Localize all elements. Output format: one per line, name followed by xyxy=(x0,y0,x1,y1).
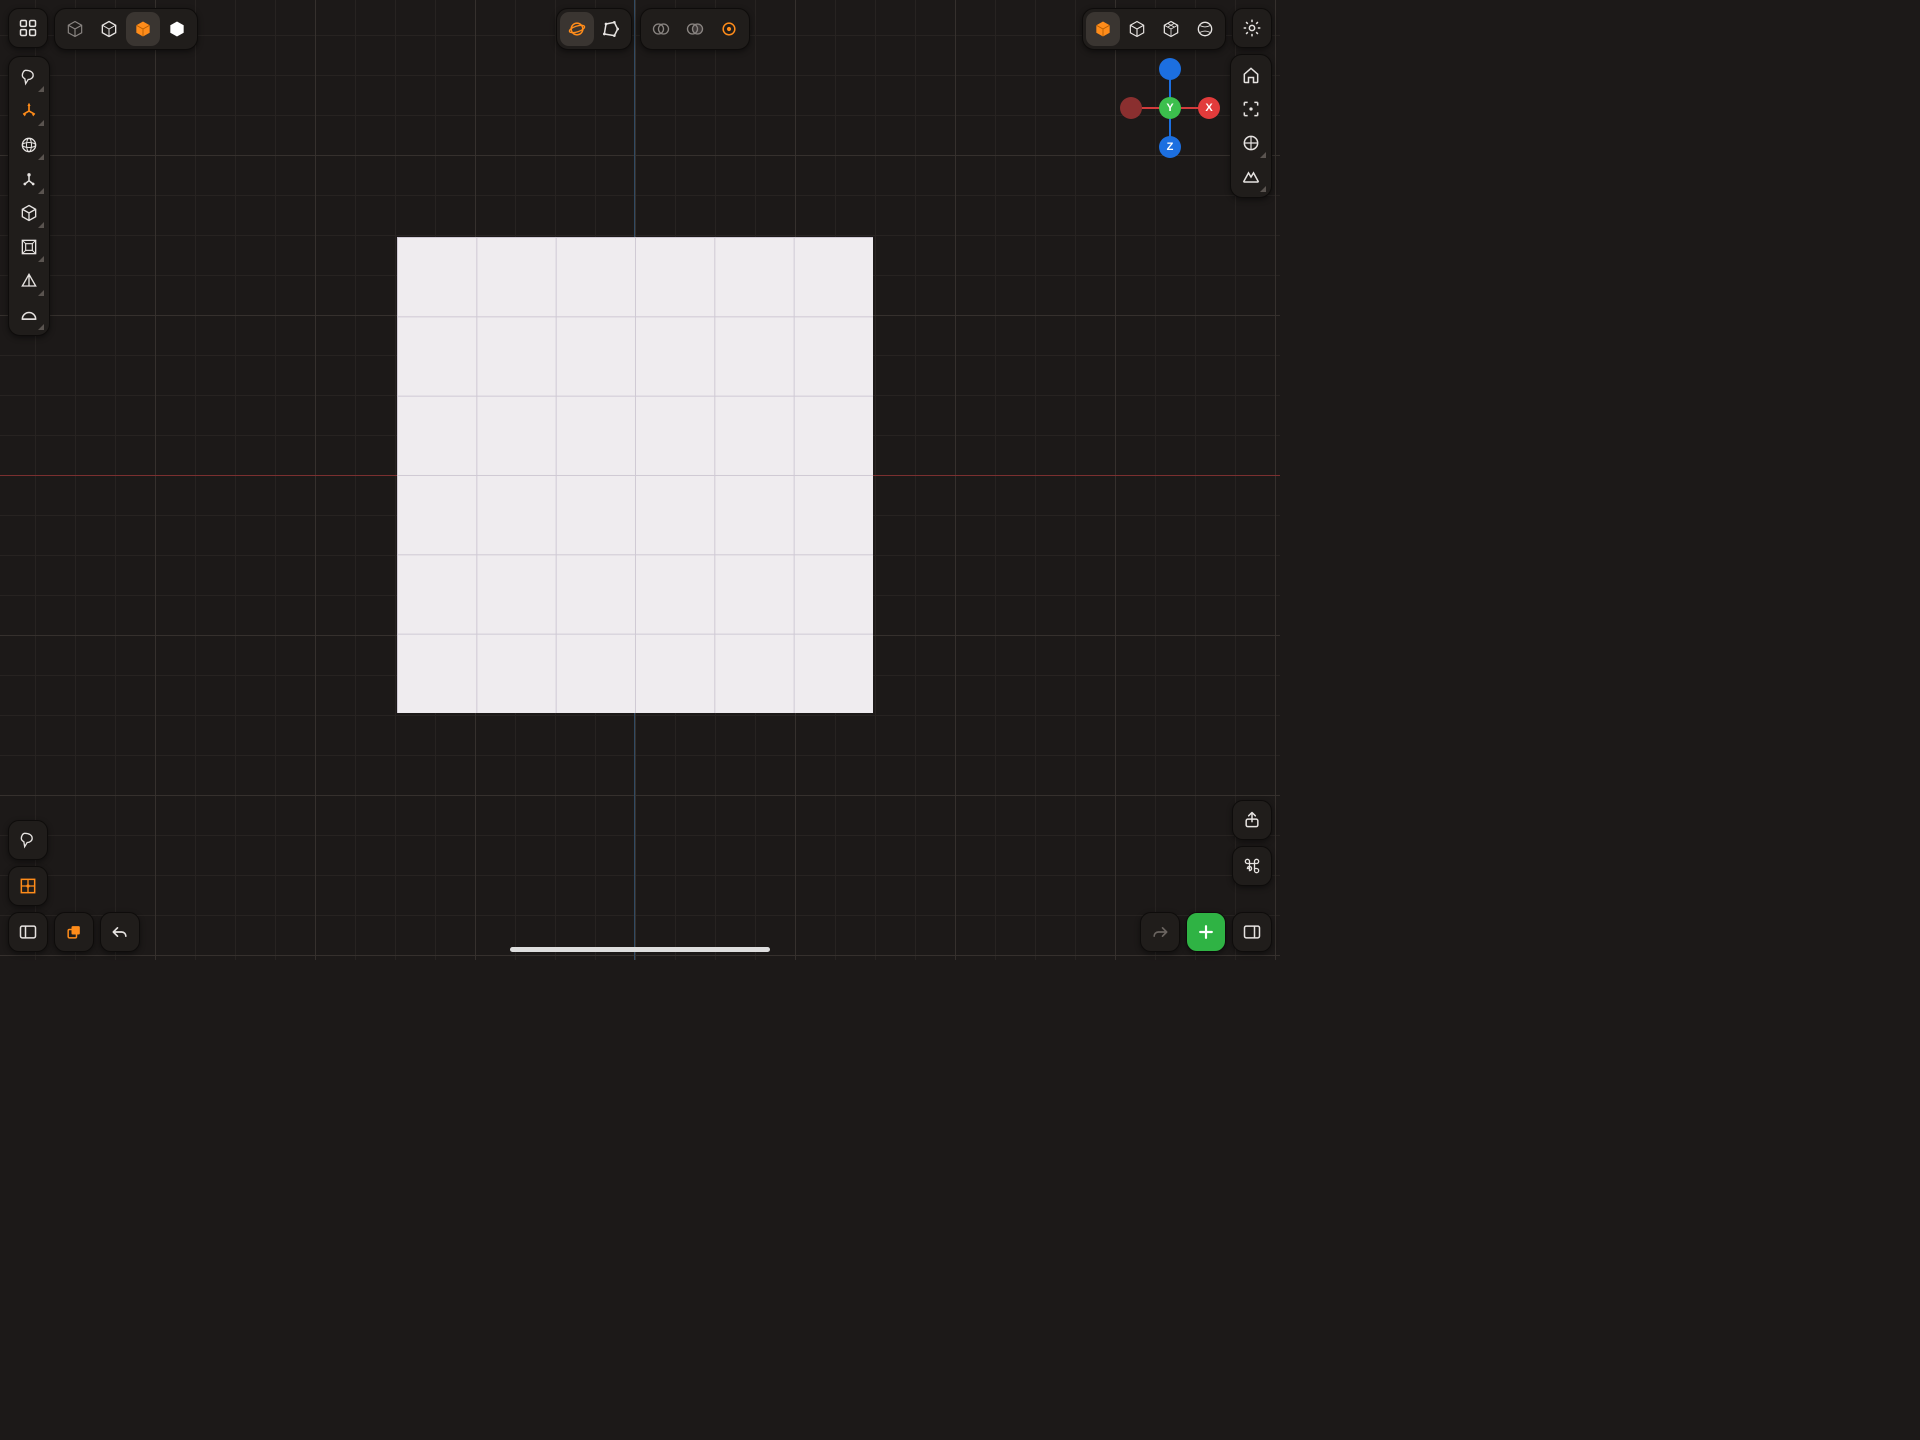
display-flat-button[interactable] xyxy=(160,12,194,46)
solid-cube-icon xyxy=(133,19,153,39)
primitive-pyramid-tool[interactable] xyxy=(12,264,46,298)
axis-y-node[interactable]: Y xyxy=(1159,97,1181,119)
boolean-union-button[interactable] xyxy=(644,12,678,46)
boolean-intersect-button[interactable] xyxy=(712,12,746,46)
pivot-tool[interactable] xyxy=(12,162,46,196)
home-indicator xyxy=(510,947,770,952)
shading-wireframe-icon xyxy=(1127,19,1147,39)
apps-menu-button[interactable] xyxy=(8,8,48,48)
edit-mode-group xyxy=(556,8,632,50)
shading-wireframe-button[interactable] xyxy=(1120,12,1154,46)
layers-button[interactable] xyxy=(54,912,94,952)
axis-gizmo[interactable]: Y X Z xyxy=(1120,58,1220,158)
pivot-icon xyxy=(19,169,39,189)
symmetry-mirror-icon xyxy=(1241,167,1261,187)
left-panel-toggle[interactable] xyxy=(8,912,48,952)
rotate-sphere-icon xyxy=(19,135,39,155)
frame-tool[interactable] xyxy=(12,230,46,264)
shading-solid-icon xyxy=(1093,19,1113,39)
orbit-sphere-icon xyxy=(567,19,587,39)
perspective-button[interactable] xyxy=(1234,126,1268,160)
boolean-union-icon xyxy=(651,19,671,39)
select-lasso-icon xyxy=(19,67,39,87)
axis-z-label: Z xyxy=(1167,142,1174,153)
axis-z-node[interactable]: Z xyxy=(1159,136,1181,158)
layers-stack-icon xyxy=(64,922,84,942)
axis-y-label: Y xyxy=(1166,103,1173,114)
symmetry-button[interactable] xyxy=(1234,160,1268,194)
tool-rail xyxy=(8,56,50,336)
redo-button[interactable] xyxy=(1140,912,1180,952)
display-solid-button[interactable] xyxy=(126,12,160,46)
axis-x-node[interactable]: X xyxy=(1198,97,1220,119)
shading-matcap-button[interactable] xyxy=(1188,12,1222,46)
settings-gear-icon xyxy=(1242,18,1262,38)
select-tool[interactable] xyxy=(12,60,46,94)
axis-neg-z-node[interactable] xyxy=(1159,58,1181,80)
shading-dev-icon xyxy=(1161,19,1181,39)
focus-button[interactable] xyxy=(1234,92,1268,126)
panel-left-icon xyxy=(18,922,38,942)
touch-hand-icon xyxy=(18,830,38,850)
undo-button[interactable] xyxy=(100,912,140,952)
move-gizmo-icon xyxy=(19,101,39,121)
right-panel-toggle[interactable] xyxy=(1232,912,1272,952)
boolean-intersect-icon xyxy=(719,19,739,39)
viewport-grid[interactable] xyxy=(0,0,1280,960)
display-wireframe-button[interactable] xyxy=(58,12,92,46)
snap-grid-icon xyxy=(18,876,38,896)
rotate-tool[interactable] xyxy=(12,128,46,162)
focus-target-icon xyxy=(1241,99,1261,119)
home-icon xyxy=(1241,65,1261,85)
primitive-hemisphere-tool[interactable] xyxy=(12,298,46,332)
frame-icon xyxy=(19,237,39,257)
add-plus-icon xyxy=(1196,922,1216,942)
home-view-button[interactable] xyxy=(1234,58,1268,92)
white-hexagon-icon xyxy=(167,19,187,39)
perspective-grid-icon xyxy=(1241,133,1261,153)
undo-icon xyxy=(110,922,130,942)
command-key-icon xyxy=(1242,856,1262,876)
move-tool[interactable] xyxy=(12,94,46,128)
wireframe-cube-icon xyxy=(65,19,85,39)
view-rail xyxy=(1230,54,1272,198)
redo-icon xyxy=(1150,922,1170,942)
boolean-subtract-icon xyxy=(685,19,705,39)
add-object-button[interactable] xyxy=(1186,912,1226,952)
primitive-cube-icon xyxy=(19,203,39,223)
polygon-shape-icon xyxy=(601,19,621,39)
share-button[interactable] xyxy=(1232,800,1272,840)
settings-button[interactable] xyxy=(1232,8,1272,48)
touch-mode-button[interactable] xyxy=(8,820,48,860)
primitive-pyramid-icon xyxy=(19,271,39,291)
shading-dev-button[interactable] xyxy=(1154,12,1188,46)
shortcuts-button[interactable] xyxy=(1232,846,1272,886)
panel-right-icon xyxy=(1242,922,1262,942)
display-outline-button[interactable] xyxy=(92,12,126,46)
axis-x-label: X xyxy=(1205,103,1212,114)
boolean-group xyxy=(640,8,750,50)
orbit-button[interactable] xyxy=(560,12,594,46)
share-icon xyxy=(1242,810,1262,830)
apps-grid-icon xyxy=(18,18,38,38)
axis-neg-x-node[interactable] xyxy=(1120,97,1142,119)
polygon-button[interactable] xyxy=(594,12,628,46)
matcap-sphere-icon xyxy=(1195,19,1215,39)
outline-cube-icon xyxy=(99,19,119,39)
boolean-subtract-button[interactable] xyxy=(678,12,712,46)
display-mode-group xyxy=(54,8,198,50)
primitive-cube-tool[interactable] xyxy=(12,196,46,230)
primitive-hemisphere-icon xyxy=(19,305,39,325)
shading-group xyxy=(1082,8,1226,50)
shading-solid-button[interactable] xyxy=(1086,12,1120,46)
snap-button[interactable] xyxy=(8,866,48,906)
ground-plane-object[interactable] xyxy=(397,237,873,713)
